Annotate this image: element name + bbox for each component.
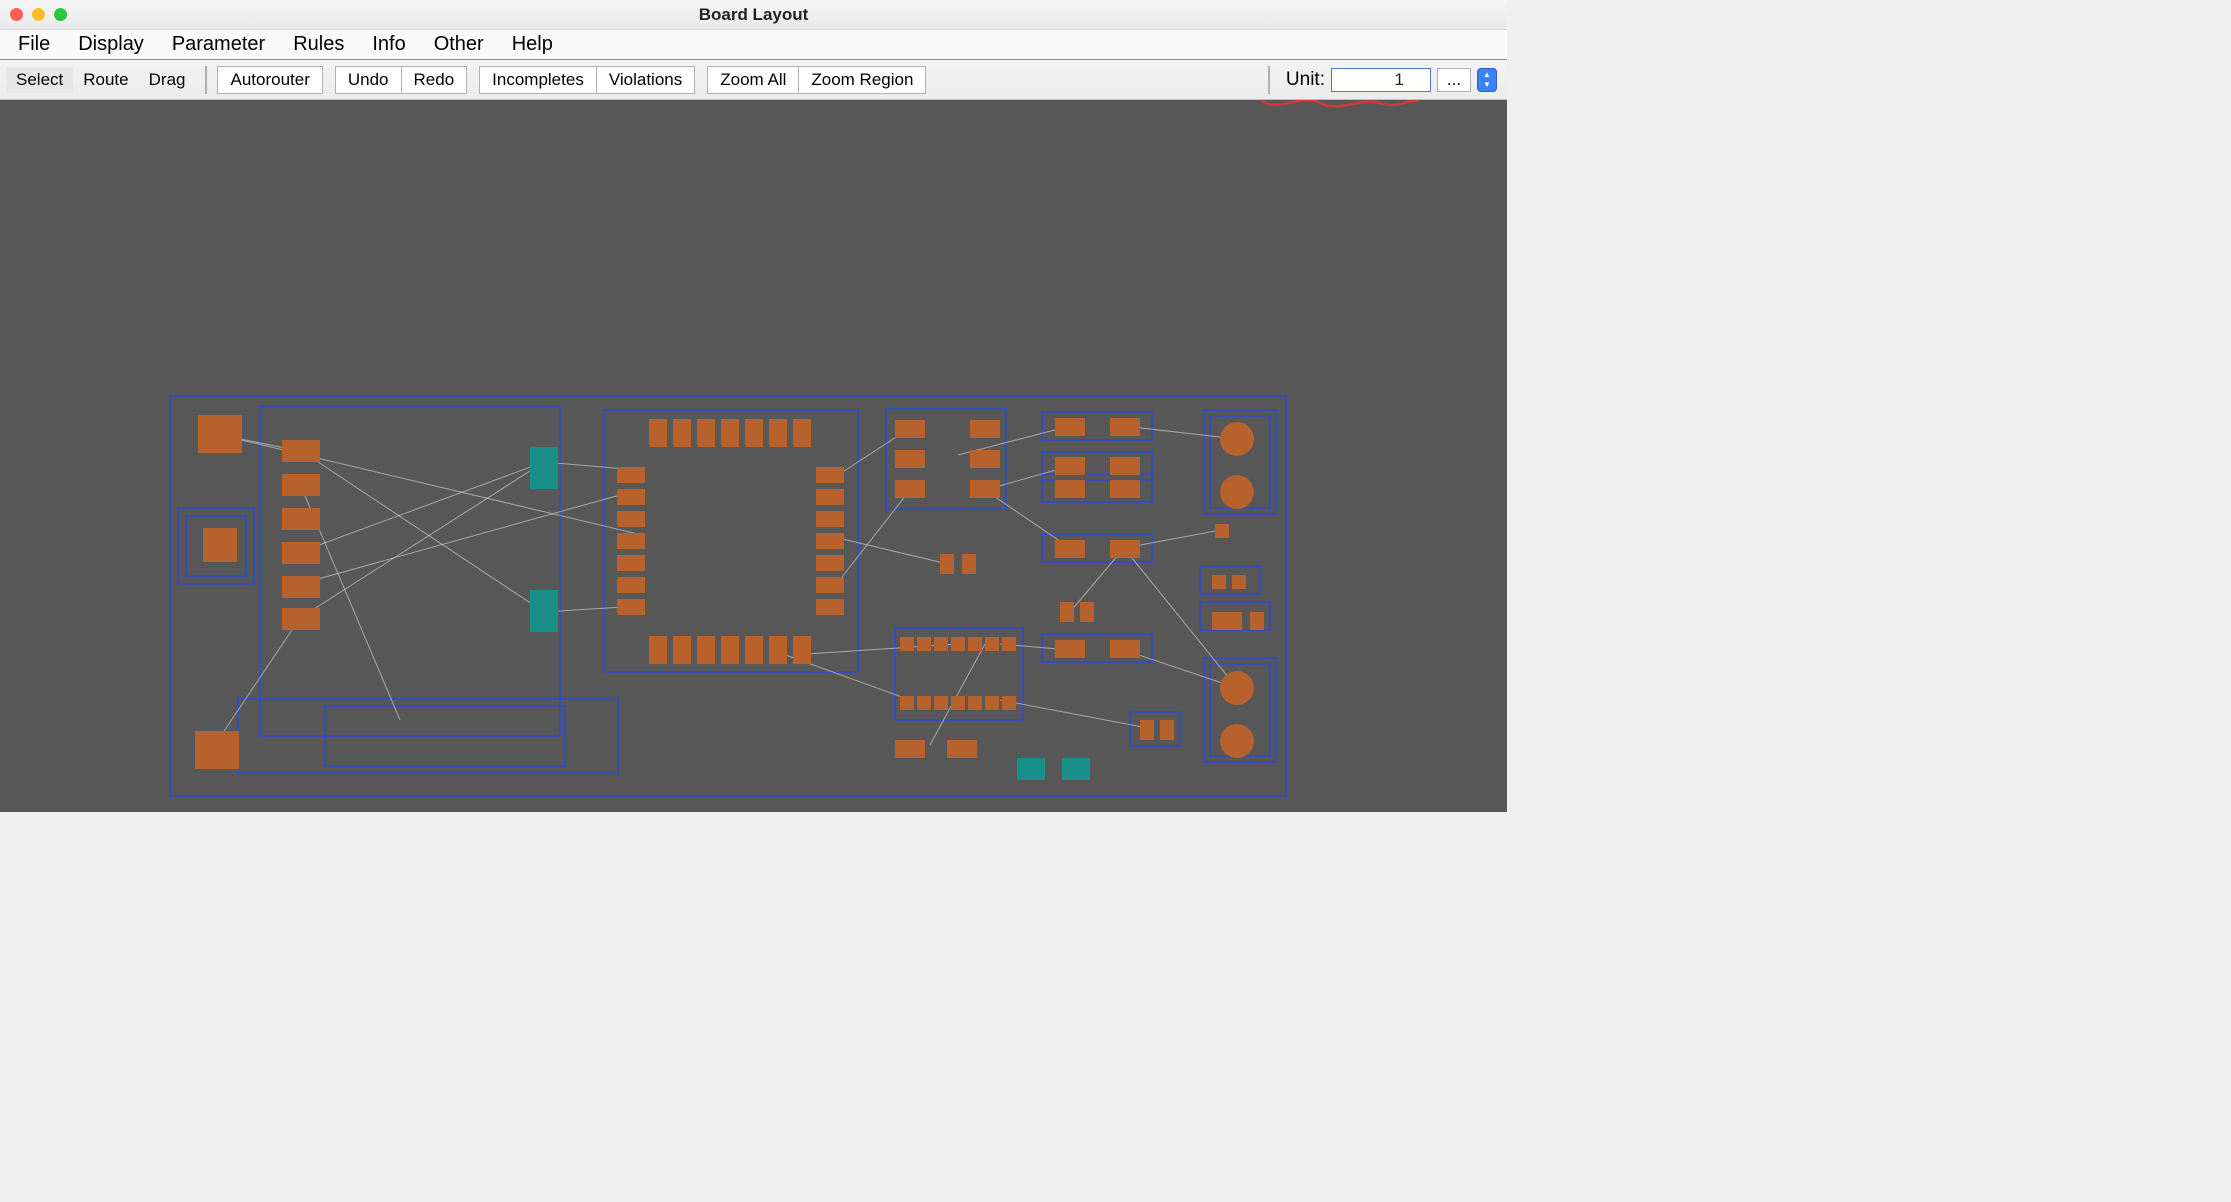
mode-select-button[interactable]: Select	[6, 67, 73, 93]
app-window: Board Layout File Display Parameter Rule…	[0, 0, 1507, 812]
mode-drag-button[interactable]: Drag	[139, 67, 196, 93]
menu-rules[interactable]: Rules	[279, 31, 358, 58]
board-canvas[interactable]	[0, 100, 1507, 812]
violations-button[interactable]: Violations	[596, 66, 695, 94]
zoom-all-button[interactable]: Zoom All	[707, 66, 798, 94]
pcb-layout	[0, 100, 1507, 812]
unit-input[interactable]	[1331, 68, 1431, 92]
menubar: File Display Parameter Rules Info Other …	[0, 30, 1507, 60]
menu-other[interactable]: Other	[420, 31, 498, 58]
unit-stepper[interactable]: ▲ ▼	[1477, 68, 1497, 92]
menu-display[interactable]: Display	[64, 31, 158, 58]
toolbar-separator	[1268, 66, 1270, 94]
incompletes-button[interactable]: Incompletes	[479, 66, 596, 94]
menu-info[interactable]: Info	[358, 31, 419, 58]
more-button[interactable]: ...	[1437, 68, 1471, 92]
menu-parameter[interactable]: Parameter	[158, 31, 279, 58]
zoom-region-button[interactable]: Zoom Region	[798, 66, 926, 94]
autorouter-button[interactable]: Autorouter	[217, 66, 322, 94]
redo-button[interactable]: Redo	[401, 66, 468, 94]
mode-route-button[interactable]: Route	[73, 67, 138, 93]
chevron-down-icon[interactable]: ▼	[1483, 80, 1491, 90]
menu-help[interactable]: Help	[498, 31, 567, 58]
unit-label: Unit:	[1286, 69, 1325, 91]
undo-button[interactable]: Undo	[335, 66, 401, 94]
menu-file[interactable]: File	[4, 31, 64, 58]
chevron-up-icon[interactable]: ▲	[1483, 70, 1491, 80]
window-title: Board Layout	[0, 5, 1507, 25]
toolbar-separator	[205, 66, 207, 94]
titlebar[interactable]: Board Layout	[0, 0, 1507, 30]
toolbar: Select Route Drag Autorouter Undo Redo I…	[0, 60, 1507, 100]
